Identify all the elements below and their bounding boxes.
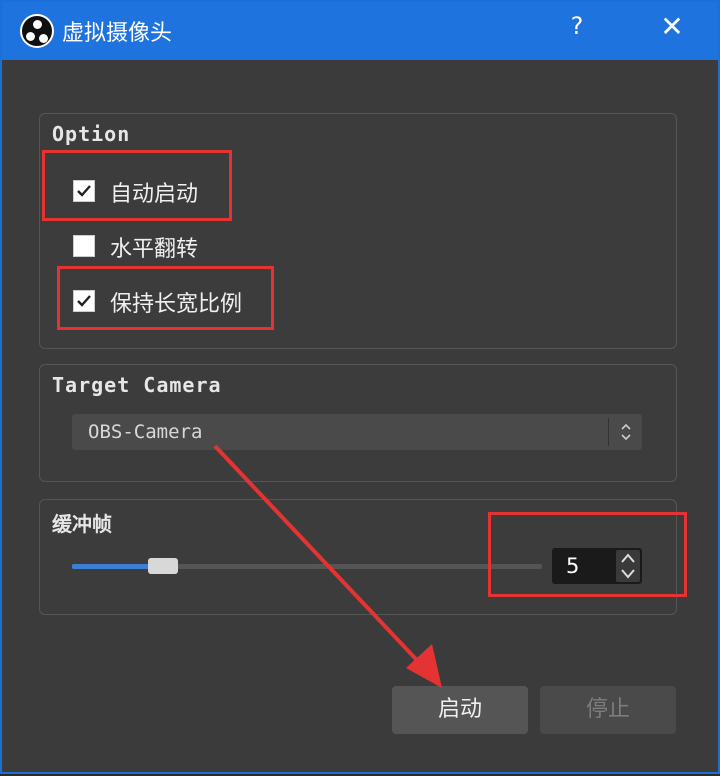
target-camera-select[interactable]: OBS-Camera xyxy=(72,414,642,450)
start-button[interactable]: 启动 xyxy=(392,686,528,734)
help-button[interactable]: ? xyxy=(565,12,589,48)
buffer-frames-slider[interactable] xyxy=(72,558,542,574)
updown-chevron-icon xyxy=(621,423,631,441)
virtual-camera-dialog: 虚拟摄像头 ? ✕ Option 自动启动 水平翻转 保持长宽比例 Target… xyxy=(0,0,720,774)
highlight-box-auto-start xyxy=(42,150,232,221)
highlight-box-aspect-ratio xyxy=(57,266,274,330)
obs-logo-icon xyxy=(20,14,54,48)
close-button[interactable]: ✕ xyxy=(654,10,690,50)
buffer-frames-legend: 缓冲帧 xyxy=(52,512,112,536)
window-title: 虚拟摄像头 xyxy=(62,21,173,46)
target-camera-legend: Target Camera xyxy=(52,373,222,397)
target-camera-value: OBS-Camera xyxy=(88,421,203,443)
option-legend: Option xyxy=(52,122,131,146)
horizontal-flip-label[interactable]: 水平翻转 xyxy=(110,231,198,263)
horizontal-flip-checkbox[interactable] xyxy=(73,235,95,257)
stop-button[interactable]: 停止 xyxy=(540,686,676,734)
slider-handle[interactable] xyxy=(148,558,178,574)
highlight-box-spinbox xyxy=(488,512,687,597)
title-bar[interactable]: 虚拟摄像头 ? ✕ xyxy=(2,2,718,60)
